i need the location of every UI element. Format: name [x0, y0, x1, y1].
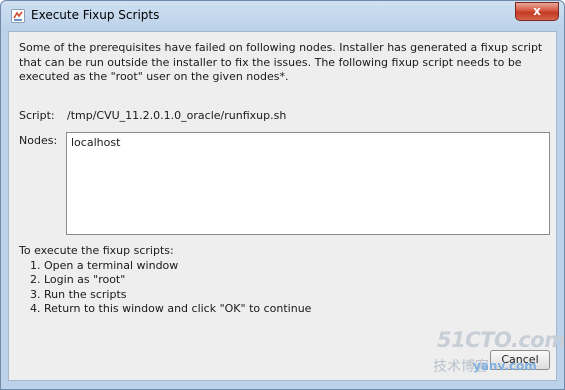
close-button[interactable]: x — [515, 2, 559, 21]
message-line: that can be run outside the installer to… — [19, 55, 522, 69]
watermark-sub: yanv.com — [473, 359, 537, 373]
nodes-list[interactable]: localhost — [66, 132, 550, 235]
instruction-step: 1. Open a terminal window — [30, 258, 179, 272]
prerequisite-message: Some of the prerequisites have failed on… — [19, 41, 543, 85]
script-path[interactable]: /tmp/CVU_11.2.0.1.0_oracle/runfixup.sh — [67, 109, 286, 122]
instruction-step: 4. Return to this window and click "OK" … — [30, 302, 312, 315]
message-line: executed as the "root" user on the given… — [19, 70, 289, 83]
nodes-label: Nodes: — [19, 134, 58, 147]
java-coffee-icon — [11, 9, 25, 23]
dialog-content: Some of the prerequisites have failed on… — [8, 31, 564, 381]
dialog-window: Execute Fixup Scripts x Some of the prer… — [0, 0, 565, 390]
close-icon: x — [533, 4, 541, 18]
script-label: Script: — [19, 109, 55, 122]
instruction-step: 2. Login as "root" — [30, 273, 126, 286]
instructions-heading: To execute the fixup scripts: — [19, 244, 174, 257]
node-item[interactable]: localhost — [71, 136, 120, 149]
title-bar[interactable]: Execute Fixup Scripts x — [1, 1, 564, 31]
window-title: Execute Fixup Scripts — [31, 8, 160, 22]
watermark: 51CTO.com 技术博客 yanv.com — [429, 328, 564, 380]
watermark-logo: 51CTO.com — [437, 328, 565, 352]
message-line: Some of the prerequisites have failed on… — [19, 41, 543, 54]
instructions: To execute the fixup scripts: 1. Open a … — [19, 244, 311, 317]
instruction-step: 3. Run the scripts — [30, 287, 127, 301]
